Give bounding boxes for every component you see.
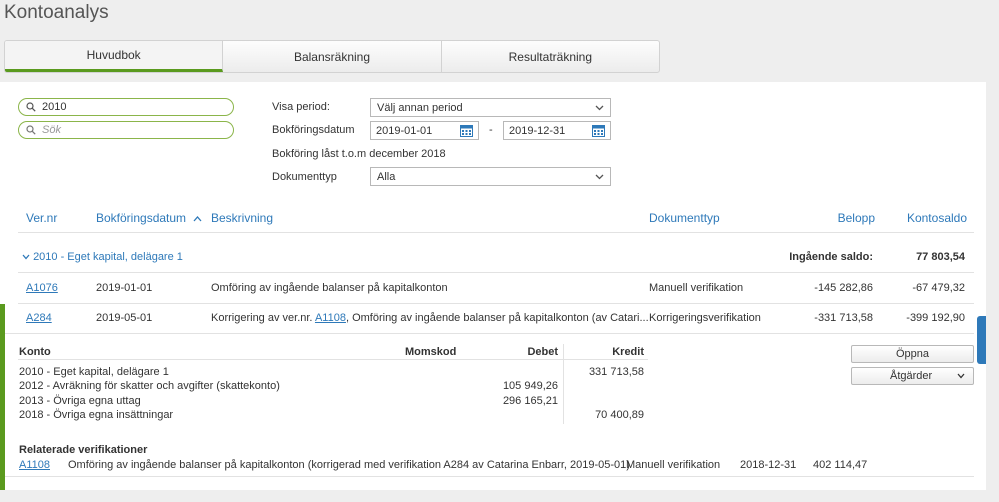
account-group-label: 2010 - Eget kapital, delägare 1	[33, 251, 183, 263]
row-amount: -145 282,86	[814, 282, 873, 294]
detail-line-kredit: 331 713,58	[588, 366, 644, 378]
doctype-select[interactable]: Alla	[370, 167, 611, 186]
detail-line-konto: 2018 - Övriga egna insättningar	[19, 409, 174, 421]
search-placeholder: Sök	[42, 124, 61, 136]
row-date: 2019-01-01	[96, 282, 153, 294]
detail-line-kredit: 70 400,89	[595, 409, 644, 421]
date-from-value: 2019-01-01	[376, 124, 433, 137]
col-header-amount[interactable]: Belopp	[800, 211, 875, 225]
divider	[563, 344, 564, 424]
related-doctype: Manuell verifikation	[626, 459, 721, 471]
main-panel: 2010 Sök Visa period: Välj annan period …	[0, 82, 986, 490]
row-doctype: Manuell verifikation	[649, 282, 744, 294]
account-search-value: 2010	[42, 101, 67, 113]
search-icon	[26, 102, 36, 112]
doctype-label: Dokumenttyp	[272, 171, 337, 183]
divider	[5, 333, 974, 334]
related-amount: 402 114,47	[813, 459, 868, 471]
related-verification-link[interactable]: A1108	[19, 459, 50, 471]
detail-header-momskod: Momskod	[405, 346, 457, 358]
chevron-down-icon	[595, 174, 604, 179]
actions-button[interactable]: Åtgärder	[851, 367, 974, 385]
related-date: 2018-12-31	[740, 459, 797, 471]
related-description: Omföring av ingående balanser på kapital…	[68, 459, 630, 471]
tab-bar: Huvudbok Balansräkning Resultaträkning	[4, 40, 660, 73]
account-group-row[interactable]: 2010 - Eget kapital, delägare 1 Ingående…	[18, 242, 974, 272]
period-select[interactable]: Välj annan period	[370, 98, 611, 117]
detail-line-konto: 2013 - Övriga egna uttag	[19, 395, 141, 407]
detail-line-debet: 296 165,21	[502, 395, 558, 407]
detail-header-debet: Debet	[527, 346, 558, 358]
date-label: Bokföringsdatum	[272, 124, 355, 136]
detail-line-konto: 2012 - Avräkning för skatter och avgifte…	[19, 380, 280, 392]
detail-line-konto: 2010 - Eget kapital, delägare 1	[19, 366, 169, 378]
calendar-icon[interactable]	[460, 124, 473, 137]
tab-resultatrakning[interactable]: Resultaträkning	[442, 41, 659, 72]
chevron-down-icon	[22, 254, 30, 260]
detail-line-debet: 105 949,26	[502, 380, 558, 392]
col-header-doctype[interactable]: Dokumenttyp	[649, 211, 720, 225]
row-doctype: Korrigeringsverifikation	[649, 312, 761, 324]
date-to-input[interactable]: 2019-12-31	[503, 121, 611, 140]
verification-link[interactable]: A284	[26, 312, 52, 324]
doctype-select-value: Alla	[377, 170, 396, 183]
selected-row-indicator	[0, 304, 5, 490]
col-header-vernr[interactable]: Ver.nr	[26, 211, 57, 225]
chevron-down-icon	[595, 105, 604, 110]
period-label: Visa period:	[272, 101, 330, 113]
opening-balance-label: Ingående saldo:	[789, 251, 873, 263]
account-group-toggle[interactable]: 2010 - Eget kapital, delägare 1	[22, 251, 183, 263]
sort-ascending-icon	[193, 216, 202, 222]
row-date: 2019-05-01	[96, 312, 153, 324]
period-select-value: Välj annan period	[377, 101, 463, 114]
col-header-date[interactable]: Bokföringsdatum	[96, 211, 202, 225]
chevron-down-icon	[957, 373, 965, 379]
locked-info-text: Bokföring låst t.o.m december 2018	[272, 148, 446, 160]
date-separator: -	[489, 124, 493, 136]
related-verifications-title: Relaterade verifikationer	[19, 444, 148, 456]
tab-balansrakning[interactable]: Balansräkning	[223, 41, 442, 72]
detail-header-kredit: Kredit	[612, 346, 644, 358]
row-description: Omföring av ingående balanser på kapital…	[211, 282, 448, 294]
date-to-value: 2019-12-31	[509, 124, 566, 137]
table-row-selected[interactable]: A284 2019-05-01 Korrigering av ver.nr. A…	[18, 303, 974, 333]
divider	[18, 359, 648, 360]
tab-huvudbok[interactable]: Huvudbok	[5, 41, 224, 72]
divider	[5, 476, 974, 477]
row-balance: -399 192,90	[906, 312, 965, 324]
verification-link[interactable]: A1076	[26, 282, 58, 294]
opening-balance-value: 77 803,54	[916, 251, 965, 263]
search-input[interactable]: Sök	[18, 121, 234, 139]
search-icon	[26, 125, 36, 135]
calendar-icon[interactable]	[592, 124, 605, 137]
page-title: Kontoanalys	[4, 2, 109, 23]
row-description: Korrigering av ver.nr. A1108, Omföring a…	[211, 312, 649, 324]
open-button[interactable]: Öppna	[851, 345, 974, 363]
corrected-verification-link[interactable]: A1108	[315, 312, 346, 324]
divider	[18, 232, 974, 233]
row-balance: -67 479,32	[912, 282, 965, 294]
account-search-input[interactable]: 2010	[18, 98, 234, 116]
detail-header-konto: Konto	[19, 346, 51, 358]
table-row[interactable]: A1076 2019-01-01 Omföring av ingående ba…	[18, 273, 974, 303]
col-header-description[interactable]: Beskrivning	[211, 211, 273, 225]
col-header-balance[interactable]: Kontosaldo	[890, 211, 967, 225]
date-from-input[interactable]: 2019-01-01	[370, 121, 479, 140]
side-help-tab[interactable]	[977, 316, 986, 364]
row-amount: -331 713,58	[814, 312, 873, 324]
